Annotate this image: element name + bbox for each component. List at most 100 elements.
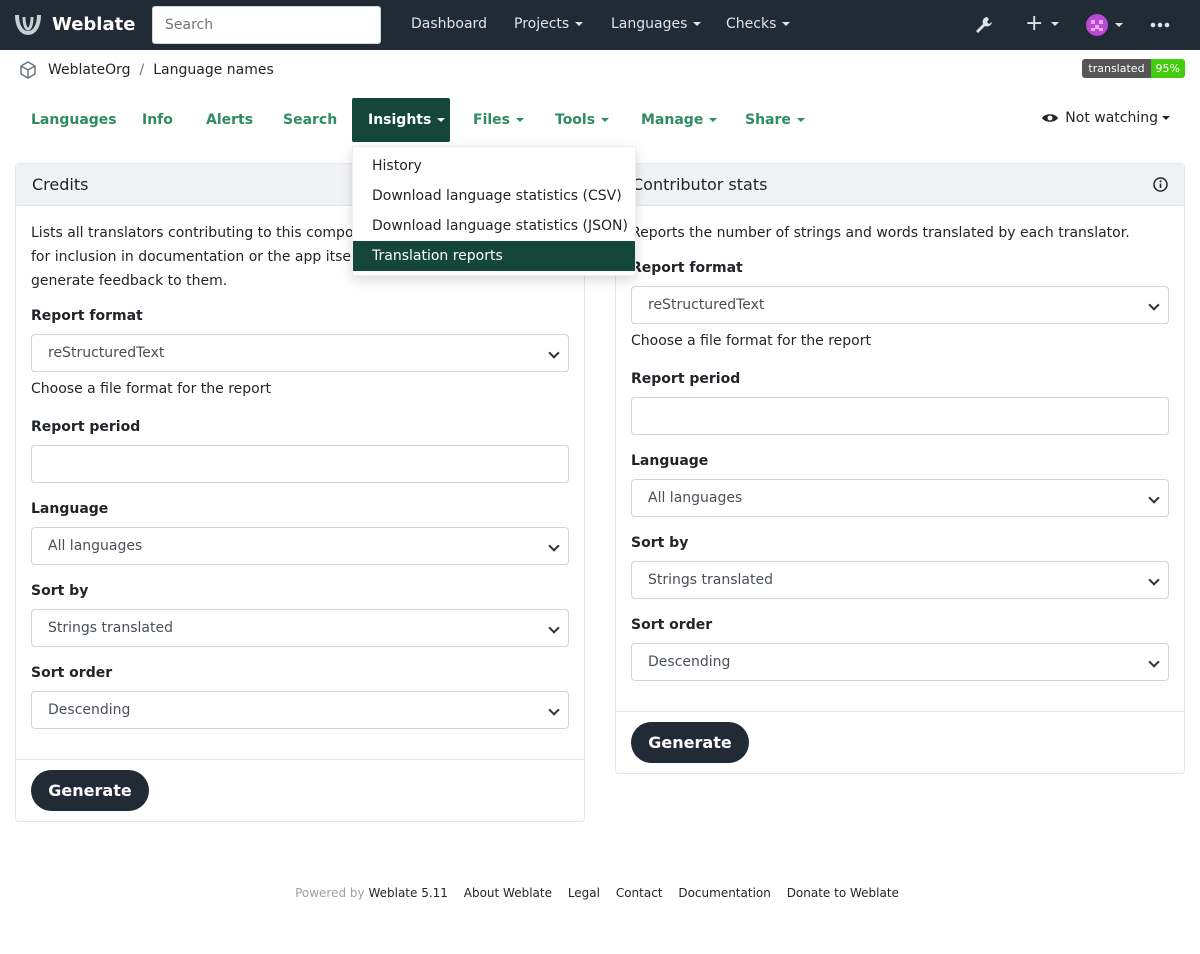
chevron-down-icon [575, 22, 584, 26]
chevron-down-icon [601, 118, 610, 122]
search-input[interactable] [152, 6, 381, 44]
badge-label: translated [1082, 59, 1151, 78]
tab-languages[interactable]: Languages [15, 98, 133, 142]
avatar [1086, 14, 1108, 36]
insights-dropdown-menu: History Download language statistics (CS… [352, 146, 636, 276]
credits-report-period-input[interactable] [31, 445, 569, 483]
contributor-report-period-input[interactable] [631, 397, 1169, 435]
nav-dashboard[interactable]: Dashboard [411, 16, 487, 32]
contributor-report-period-label: Report period [631, 371, 741, 387]
top-navbar: Weblate Dashboard Projects Languages Che… [0, 0, 1200, 50]
chevron-down-icon [709, 118, 718, 122]
add-menu[interactable]: + [1025, 11, 1060, 36]
nav-projects-label: Projects [514, 16, 570, 32]
contributor-language-label: Language [631, 453, 709, 469]
chevron-down-icon [693, 22, 702, 26]
nav-languages[interactable]: Languages [611, 16, 702, 32]
credits-title: Credits [32, 174, 89, 194]
contributor-generate-button[interactable]: Generate [631, 722, 749, 763]
menu-item-download-csv[interactable]: Download language statistics (CSV) [353, 181, 635, 211]
brand-logo[interactable]: Weblate [14, 11, 135, 37]
chevron-down-icon [1051, 22, 1060, 26]
footer-about-link[interactable]: About Weblate [464, 886, 552, 900]
credits-report-period-label: Report period [31, 419, 141, 435]
tab-search-label: Search [283, 112, 338, 128]
translation-status-badge[interactable]: translated 95% [1082, 59, 1185, 78]
tab-info[interactable]: Info [126, 98, 189, 142]
chevron-down-icon [1148, 299, 1160, 311]
credits-sort-order-select[interactable]: Descending [31, 691, 569, 729]
tab-tools-label: Tools [555, 112, 596, 128]
tab-share[interactable]: Share [729, 98, 821, 142]
contributor-sort-order-label: Sort order [631, 617, 713, 633]
credits-report-format-select[interactable]: reStructuredText [31, 334, 569, 372]
menu-item-translation-reports[interactable]: Translation reports [353, 241, 635, 271]
tab-search[interactable]: Search [267, 98, 353, 142]
menu-item-download-json[interactable]: Download language statistics (JSON) [353, 211, 635, 241]
contributor-sort-by-value: Strings translated [648, 572, 773, 588]
credits-report-format-label: Report format [31, 308, 143, 324]
chevron-down-icon [1148, 656, 1160, 668]
info-icon[interactable] [1153, 177, 1168, 192]
credits-description-line2: for inclusion in documentation or the ap… [31, 249, 375, 265]
plus-icon: + [1025, 11, 1044, 36]
tab-alerts-label: Alerts [206, 112, 254, 128]
contributor-report-format-label: Report format [631, 260, 743, 276]
tab-files-label: Files [473, 112, 510, 128]
credits-sort-by-label: Sort by [31, 583, 89, 599]
contributor-sort-order-select[interactable]: Descending [631, 643, 1169, 681]
user-menu[interactable] [1086, 14, 1123, 36]
contributor-panel-header: Contributor stats [616, 164, 1184, 206]
breadcrumb-project[interactable]: WeblateOrg [48, 62, 131, 78]
badge-value: 95% [1150, 59, 1185, 78]
footer-donate-link[interactable]: Donate to Weblate [787, 886, 899, 900]
chevron-down-icon [1115, 23, 1123, 27]
footer-contact-link[interactable]: Contact [616, 886, 663, 900]
credits-language-label: Language [31, 501, 109, 517]
breadcrumb-component[interactable]: Language names [153, 62, 274, 78]
nav-checks-label: Checks [726, 16, 777, 32]
tab-insights[interactable]: Insights [352, 98, 450, 142]
watch-dropdown[interactable]: Not watching [1041, 110, 1170, 126]
breadcrumb: WeblateOrg / Language names [18, 60, 274, 80]
contributor-sort-order-value: Descending [648, 654, 731, 670]
chevron-down-icon [437, 118, 446, 122]
weblate-logo-icon [15, 14, 41, 36]
wrench-icon[interactable] [973, 14, 995, 36]
contributor-report-format-value: reStructuredText [648, 297, 765, 313]
footer-legal-link[interactable]: Legal [568, 886, 600, 900]
tab-alerts[interactable]: Alerts [190, 98, 269, 142]
contributor-divider [616, 711, 1184, 712]
credits-generate-button[interactable]: Generate [31, 770, 149, 811]
contributor-sort-by-select[interactable]: Strings translated [631, 561, 1169, 599]
credits-language-value: All languages [48, 538, 143, 554]
tab-share-label: Share [745, 112, 791, 128]
tab-files[interactable]: Files [457, 98, 540, 142]
tab-tools[interactable]: Tools [539, 98, 625, 142]
footer-version-link[interactable]: Weblate 5.11 [368, 886, 447, 900]
credits-sort-by-value: Strings translated [48, 620, 173, 636]
nav-checks[interactable]: Checks [726, 16, 791, 32]
credits-description-line3: generate feedback to them. [31, 273, 228, 289]
contributor-report-format-select[interactable]: reStructuredText [631, 286, 1169, 324]
chevron-down-icon [516, 118, 524, 122]
chevron-down-icon [1162, 116, 1170, 120]
nav-projects[interactable]: Projects [514, 16, 584, 32]
credits-description-line1: Lists all translators contributing to th… [31, 225, 371, 241]
tab-manage[interactable]: Manage [625, 98, 733, 142]
footer-powered-by: Powered by [295, 886, 365, 900]
credits-sort-by-select[interactable]: Strings translated [31, 609, 569, 647]
more-menu-icon[interactable] [1150, 22, 1170, 28]
tab-info-label: Info [142, 112, 173, 128]
watch-label: Not watching [1065, 110, 1158, 126]
footer-documentation-link[interactable]: Documentation [678, 886, 771, 900]
chevron-down-icon [796, 118, 805, 122]
brand-name: Weblate [52, 13, 136, 35]
contributor-language-value: All languages [648, 490, 743, 506]
menu-item-history[interactable]: History [353, 151, 635, 181]
contributor-language-select[interactable]: All languages [631, 479, 1169, 517]
contributor-sort-by-label: Sort by [631, 535, 689, 551]
chevron-down-icon [548, 347, 560, 359]
chevron-down-icon [548, 622, 560, 634]
credits-language-select[interactable]: All languages [31, 527, 569, 565]
